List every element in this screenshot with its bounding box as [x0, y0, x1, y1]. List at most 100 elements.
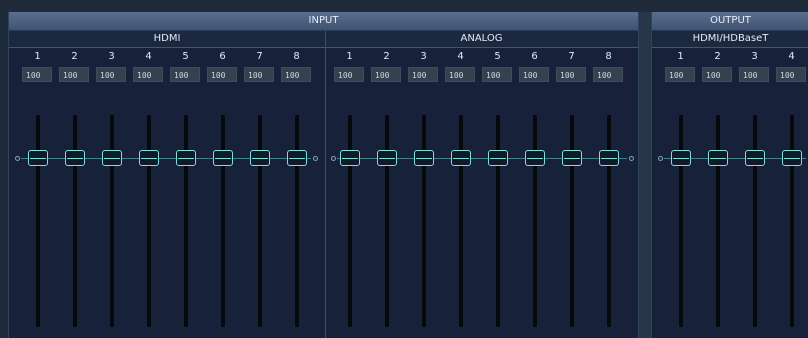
output-section-1-label: HDMI/HDBaseT	[652, 31, 808, 48]
channel-level-field[interactable]: 100	[59, 67, 89, 82]
channel-number: 5	[182, 51, 189, 62]
fader-knob-icon[interactable]	[782, 150, 802, 166]
fader-knob-icon[interactable]	[65, 150, 85, 166]
fader-track[interactable]	[184, 115, 188, 327]
channel-number: 8	[293, 51, 300, 62]
fader-knob-icon[interactable]	[488, 150, 508, 166]
unity-marker-icon	[629, 156, 634, 161]
input-channel-strip: 7 100	[553, 47, 590, 338]
channel-number: 4	[457, 51, 464, 62]
channel-level-field[interactable]: 100	[133, 67, 163, 82]
fader-track[interactable]	[348, 115, 352, 327]
fader-knob-icon[interactable]	[250, 150, 270, 166]
channel-level-field[interactable]: 100	[665, 67, 695, 82]
channel-number: 4	[788, 51, 795, 62]
channel-level-field[interactable]: 100	[593, 67, 623, 82]
fader-track[interactable]	[422, 115, 426, 327]
channel-number: 3	[420, 51, 427, 62]
fader-track[interactable]	[716, 115, 720, 327]
output-channel-strip: 3 100	[736, 47, 773, 338]
fader-knob-icon[interactable]	[176, 150, 196, 166]
fader-knob-icon[interactable]	[525, 150, 545, 166]
channel-level-field[interactable]: 100	[96, 67, 126, 82]
channel-number: 2	[71, 51, 78, 62]
channel-level-field[interactable]: 100	[408, 67, 438, 82]
fader-track[interactable]	[533, 115, 537, 327]
input-channel-strip: 6 100	[516, 47, 553, 338]
fader-track[interactable]	[36, 115, 40, 327]
channel-level-field[interactable]: 100	[371, 67, 401, 82]
fader-knob-icon[interactable]	[377, 150, 397, 166]
input-channel-strip: 4 100	[442, 47, 479, 338]
fader-knob-icon[interactable]	[599, 150, 619, 166]
channel-number: 6	[531, 51, 538, 62]
channel-number: 1	[34, 51, 41, 62]
channel-level-field[interactable]: 100	[281, 67, 311, 82]
channel-level-field[interactable]: 100	[776, 67, 806, 82]
fader-track[interactable]	[221, 115, 225, 327]
fader-track[interactable]	[385, 115, 389, 327]
section-divider	[325, 31, 326, 338]
channel-level-field[interactable]: 100	[482, 67, 512, 82]
input-channel-strip: 4 100	[130, 47, 167, 338]
channel-number: 4	[145, 51, 152, 62]
fader-knob-icon[interactable]	[708, 150, 728, 166]
output-title: OUTPUT	[652, 12, 808, 31]
output-channel-strip: 1 100	[662, 47, 699, 338]
input-channel-strip: 8 100	[278, 47, 315, 338]
channel-level-field[interactable]: 100	[22, 67, 52, 82]
input-section-2-label: ANALOG	[325, 31, 638, 48]
channel-level-field[interactable]: 100	[334, 67, 364, 82]
fader-knob-icon[interactable]	[28, 150, 48, 166]
input-channel-strip: 3 100	[93, 47, 130, 338]
input-channel-strip: 7 100	[241, 47, 278, 338]
input-channel-strip: 8 100	[590, 47, 627, 338]
fader-track[interactable]	[753, 115, 757, 327]
channel-level-field[interactable]: 100	[207, 67, 237, 82]
fader-track[interactable]	[258, 115, 262, 327]
output-panel: OUTPUT HDMI/HDBaseT 1 100 2 100 3 100 4 100	[651, 12, 808, 338]
input-section-1-label: HDMI	[9, 31, 325, 48]
fader-track[interactable]	[73, 115, 77, 327]
channel-number: 2	[383, 51, 390, 62]
channel-level-field[interactable]: 100	[445, 67, 475, 82]
channel-level-field[interactable]: 100	[244, 67, 274, 82]
fader-track[interactable]	[459, 115, 463, 327]
fader-knob-icon[interactable]	[102, 150, 122, 166]
fader-track[interactable]	[110, 115, 114, 327]
channel-level-field[interactable]: 100	[519, 67, 549, 82]
fader-track[interactable]	[790, 115, 794, 327]
fader-knob-icon[interactable]	[139, 150, 159, 166]
channel-number: 1	[677, 51, 684, 62]
channel-level-field[interactable]: 100	[739, 67, 769, 82]
fader-knob-icon[interactable]	[213, 150, 233, 166]
fader-knob-icon[interactable]	[745, 150, 765, 166]
output-channel-strip: 2 100	[699, 47, 736, 338]
fader-track[interactable]	[295, 115, 299, 327]
fader-knob-icon[interactable]	[340, 150, 360, 166]
channel-level-field[interactable]: 100	[170, 67, 200, 82]
channel-level-field[interactable]: 100	[702, 67, 732, 82]
fader-track[interactable]	[147, 115, 151, 327]
fader-knob-icon[interactable]	[451, 150, 471, 166]
fader-knob-icon[interactable]	[671, 150, 691, 166]
input-title: INPUT	[9, 12, 638, 31]
input-channel-strip: 1 100	[19, 47, 56, 338]
fader-track[interactable]	[607, 115, 611, 327]
fader-track[interactable]	[570, 115, 574, 327]
fader-knob-icon[interactable]	[287, 150, 307, 166]
channel-number: 7	[256, 51, 263, 62]
channel-number: 6	[219, 51, 226, 62]
channel-number: 3	[108, 51, 115, 62]
input-channel-strip: 5 100	[167, 47, 204, 338]
audio-mixer-page: INPUT HDMI 1 100 2 100 3 100 4 100 5 100 6 100 7 100 8 1…	[0, 0, 808, 338]
input-panel: INPUT HDMI 1 100 2 100 3 100 4 100 5 100 6 100 7 100 8 1…	[8, 12, 639, 338]
fader-track[interactable]	[496, 115, 500, 327]
input-channel-strip: 5 100	[479, 47, 516, 338]
fader-knob-icon[interactable]	[562, 150, 582, 166]
panel-gap	[637, 12, 651, 338]
fader-knob-icon[interactable]	[414, 150, 434, 166]
channel-level-field[interactable]: 100	[556, 67, 586, 82]
input-channel-strip: 1 100	[331, 47, 368, 338]
fader-track[interactable]	[679, 115, 683, 327]
